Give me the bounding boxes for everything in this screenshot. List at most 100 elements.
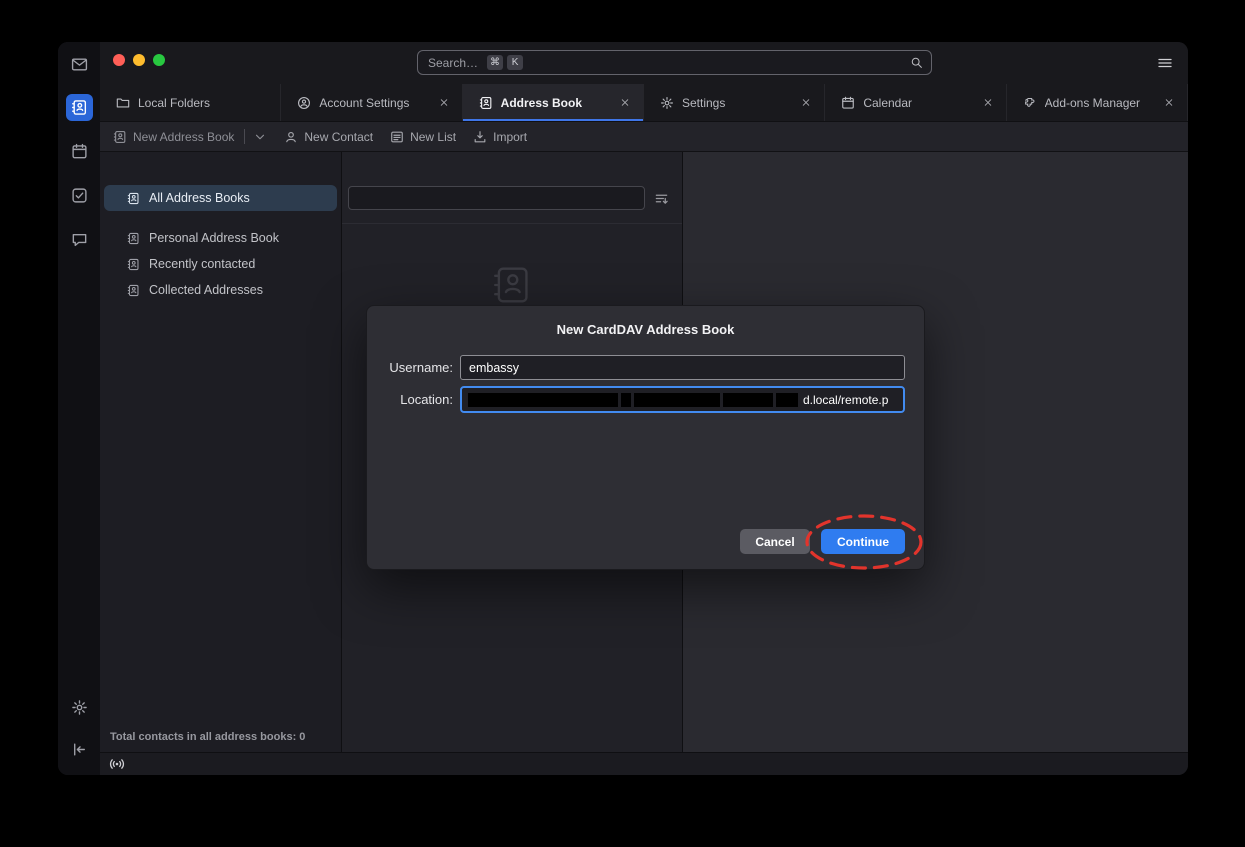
contacts-search-input[interactable] — [348, 186, 645, 210]
new-address-book-button[interactable]: New Address Book — [113, 129, 267, 144]
sidebar-item-label: Personal Address Book — [149, 231, 279, 245]
address-book-icon — [127, 192, 140, 205]
tab-close-button[interactable] — [617, 95, 633, 111]
tab-close-button[interactable] — [798, 95, 814, 111]
tab-close-button[interactable] — [980, 95, 996, 111]
spaces-toolbar — [58, 42, 100, 775]
tab-close-button[interactable] — [436, 95, 452, 111]
titlebar: Search… ⌘ K — [100, 42, 1188, 84]
sidebar-item-collected-addresses[interactable]: Collected Addresses — [104, 277, 337, 303]
close-window-button[interactable] — [113, 54, 125, 66]
address-book-icon — [71, 99, 88, 116]
import-icon — [473, 130, 487, 144]
sidebar-item-label: Recently contacted — [149, 257, 255, 271]
close-icon — [1162, 98, 1176, 107]
sidebar-item-recently-contacted[interactable]: Recently contacted — [104, 251, 337, 277]
gear-icon — [71, 699, 88, 716]
app-menu-button[interactable] — [1157, 55, 1173, 71]
status-bar — [100, 752, 1188, 775]
new-contact-button[interactable]: New Contact — [284, 130, 373, 144]
tab-address-book[interactable]: Address Book — [463, 84, 644, 121]
traffic-lights — [113, 54, 165, 66]
calendar-icon — [841, 96, 855, 110]
sidebar-item-label: Collected Addresses — [149, 283, 263, 297]
tab-close-button[interactable] — [1161, 95, 1177, 111]
cmd-key-badge: ⌘ — [487, 55, 503, 70]
sidebar-item-all-address-books[interactable]: All Address Books — [104, 185, 337, 211]
address-books-pane: All Address Books Personal Address Book … — [100, 152, 342, 752]
sort-options-icon — [654, 191, 669, 206]
new-list-label: New List — [410, 130, 456, 144]
tab-calendar[interactable]: Calendar — [825, 84, 1006, 121]
redaction-bar — [468, 393, 618, 407]
contacts-search-row — [342, 152, 682, 224]
close-icon — [981, 98, 995, 107]
hamburger-icon — [1157, 55, 1173, 71]
puzzle-icon — [1023, 96, 1037, 110]
space-chat-button[interactable] — [65, 225, 93, 253]
address-book-icon — [127, 258, 140, 271]
display-options-button[interactable] — [654, 191, 669, 206]
import-label: Import — [493, 130, 527, 144]
new-address-book-label: New Address Book — [133, 130, 234, 144]
address-book-icon — [127, 232, 140, 245]
empty-contacts-icon — [491, 264, 533, 311]
total-contacts-status: Total contacts in all address books: 0 — [110, 731, 305, 743]
redaction-bar — [621, 393, 631, 407]
location-input[interactable]: d.local/remote.p — [460, 386, 905, 413]
tab-label: Account Settings — [319, 96, 409, 110]
import-button[interactable]: Import — [473, 130, 527, 144]
space-calendar-button[interactable] — [65, 137, 93, 165]
mail-icon — [71, 56, 88, 73]
tab-label: Settings — [682, 96, 725, 110]
continue-button[interactable]: Continue — [821, 529, 905, 554]
location-label: Location: — [385, 392, 453, 407]
redaction-bar — [634, 393, 720, 407]
spaces-spacer — [65, 269, 93, 693]
folder-icon — [116, 96, 130, 110]
tab-settings[interactable]: Settings — [644, 84, 825, 121]
dialog-buttons: Cancel Continue — [740, 529, 905, 554]
search-placeholder: Search… — [428, 56, 478, 70]
chevron-down-icon — [253, 130, 267, 144]
chat-icon — [71, 231, 88, 248]
address-book-icon — [113, 130, 127, 144]
tab-bar: Local Folders Account Settings Address B… — [100, 84, 1188, 122]
spaces-settings-button[interactable] — [65, 693, 93, 721]
person-icon — [284, 130, 298, 144]
cancel-button[interactable]: Cancel — [740, 529, 810, 554]
space-address-book-button[interactable] — [66, 94, 93, 121]
close-icon — [799, 98, 813, 107]
search-icon — [910, 56, 923, 69]
collapse-icon — [71, 741, 88, 758]
k-key-badge: K — [507, 55, 523, 70]
tab-account-settings[interactable]: Account Settings — [281, 84, 462, 121]
spaces-collapse-button[interactable] — [65, 735, 93, 763]
redaction-bar — [723, 393, 773, 407]
location-row: Location: d.local/remote.p — [385, 386, 905, 413]
new-list-button[interactable]: New List — [390, 130, 456, 144]
username-label: Username: — [385, 360, 453, 375]
list-icon — [390, 130, 404, 144]
space-mail-button[interactable] — [65, 50, 93, 78]
network-status-icon — [109, 756, 125, 772]
sidebar-item-personal-address-book[interactable]: Personal Address Book — [104, 225, 337, 251]
redaction-bar — [776, 393, 798, 407]
global-search-input[interactable]: Search… ⌘ K — [417, 50, 932, 75]
address-book-toolbar: New Address Book New Contact New List Im… — [100, 122, 1188, 152]
zoom-window-button[interactable] — [153, 54, 165, 66]
tab-label: Local Folders — [138, 96, 210, 110]
tab-addons-manager[interactable]: Add-ons Manager — [1007, 84, 1188, 121]
tab-label: Address Book — [501, 96, 582, 110]
calendar-icon — [71, 143, 88, 160]
tab-label: Calendar — [863, 96, 912, 110]
account-icon — [297, 96, 311, 110]
location-visible-text: d.local/remote.p — [803, 393, 888, 407]
username-input[interactable] — [460, 355, 905, 380]
carddav-dialog: New CardDAV Address Book Username: Locat… — [366, 305, 925, 570]
new-contact-label: New Contact — [304, 130, 373, 144]
space-tasks-button[interactable] — [65, 181, 93, 209]
tab-local-folders[interactable]: Local Folders — [100, 84, 281, 121]
minimize-window-button[interactable] — [133, 54, 145, 66]
dialog-title: New CardDAV Address Book — [367, 306, 924, 337]
